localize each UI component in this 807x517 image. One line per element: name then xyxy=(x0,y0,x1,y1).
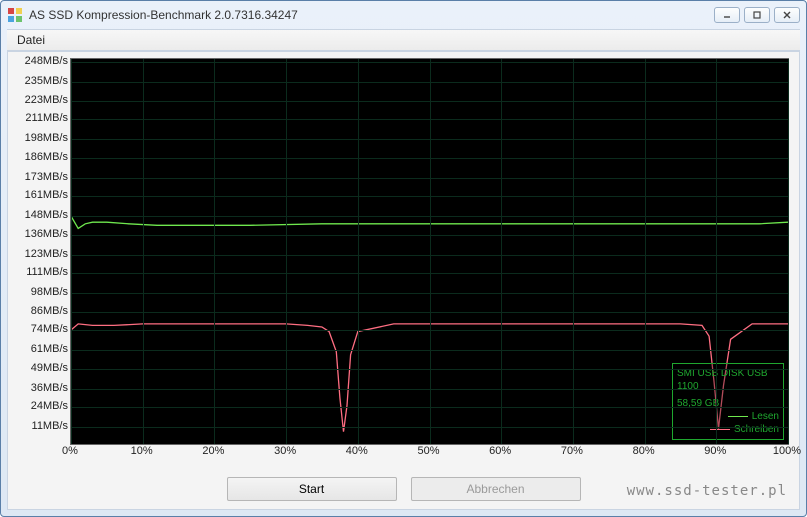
y-tick-label: 136MB/s xyxy=(25,228,68,240)
legend-swatch-read xyxy=(728,416,748,417)
y-tick-label: 111MB/s xyxy=(26,266,68,278)
x-tick-label: 80% xyxy=(633,445,655,457)
chart-area: SMI USB DISK USB 1100 58,59 GB Lesen Sch… xyxy=(10,54,797,465)
window-title: AS SSD Kompression-Benchmark 2.0.7316.34… xyxy=(29,8,714,22)
y-tick-label: 161MB/s xyxy=(25,189,68,201)
y-tick-label: 36MB/s xyxy=(31,382,68,394)
x-tick-label: 20% xyxy=(202,445,224,457)
title-bar: AS SSD Kompression-Benchmark 2.0.7316.34… xyxy=(1,1,806,29)
x-tick-label: 100% xyxy=(773,445,801,457)
y-tick-label: 49MB/s xyxy=(31,362,68,374)
x-tick-label: 40% xyxy=(346,445,368,457)
window-controls xyxy=(714,7,800,23)
legend-capacity: 58,59 GB xyxy=(677,397,779,410)
y-tick-label: 173MB/s xyxy=(25,171,68,183)
start-button[interactable]: Start xyxy=(227,477,397,501)
menu-file[interactable]: Datei xyxy=(7,30,55,50)
y-tick-label: 148MB/s xyxy=(25,209,68,221)
y-tick-label: 198MB/s xyxy=(25,132,68,144)
legend-device-2: 1100 xyxy=(677,380,779,393)
chart-legend: SMI USB DISK USB 1100 58,59 GB Lesen Sch… xyxy=(672,363,784,440)
minimize-button[interactable] xyxy=(714,7,740,23)
abort-button[interactable]: Abbrechen xyxy=(411,477,581,501)
x-tick-label: 10% xyxy=(131,445,153,457)
y-tick-label: 123MB/s xyxy=(25,248,68,260)
y-tick-label: 11MB/s xyxy=(32,420,68,432)
close-button[interactable] xyxy=(774,7,800,23)
x-tick-label: 90% xyxy=(704,445,726,457)
maximize-button[interactable] xyxy=(744,7,770,23)
legend-read-label: Lesen xyxy=(752,410,779,423)
menu-bar: Datei xyxy=(7,29,800,51)
y-tick-label: 86MB/s xyxy=(31,305,68,317)
watermark: www.ssd-tester.pl xyxy=(627,483,787,499)
y-tick-label: 98MB/s xyxy=(31,286,68,298)
legend-swatch-write xyxy=(710,429,730,430)
y-tick-label: 61MB/s xyxy=(31,343,68,355)
y-tick-label: 74MB/s xyxy=(31,323,68,335)
y-tick-label: 223MB/s xyxy=(25,94,68,106)
x-tick-label: 50% xyxy=(417,445,439,457)
compression-chart: SMI USB DISK USB 1100 58,59 GB Lesen Sch… xyxy=(70,58,789,445)
app-window: AS SSD Kompression-Benchmark 2.0.7316.34… xyxy=(0,0,807,517)
y-tick-label: 235MB/s xyxy=(25,75,68,87)
legend-write-label: Schreiben xyxy=(734,423,779,436)
legend-write: Schreiben xyxy=(677,423,779,436)
app-icon xyxy=(7,7,23,23)
y-tick-label: 248MB/s xyxy=(25,55,68,67)
x-tick-label: 0% xyxy=(62,445,78,457)
client-area: SMI USB DISK USB 1100 58,59 GB Lesen Sch… xyxy=(7,51,800,510)
x-tick-label: 70% xyxy=(561,445,583,457)
y-tick-label: 24MB/s xyxy=(31,400,68,412)
x-tick-label: 30% xyxy=(274,445,296,457)
y-tick-label: 211MB/s xyxy=(25,112,68,124)
y-tick-label: 186MB/s xyxy=(25,151,68,163)
x-tick-label: 60% xyxy=(489,445,511,457)
legend-read: Lesen xyxy=(677,410,779,423)
